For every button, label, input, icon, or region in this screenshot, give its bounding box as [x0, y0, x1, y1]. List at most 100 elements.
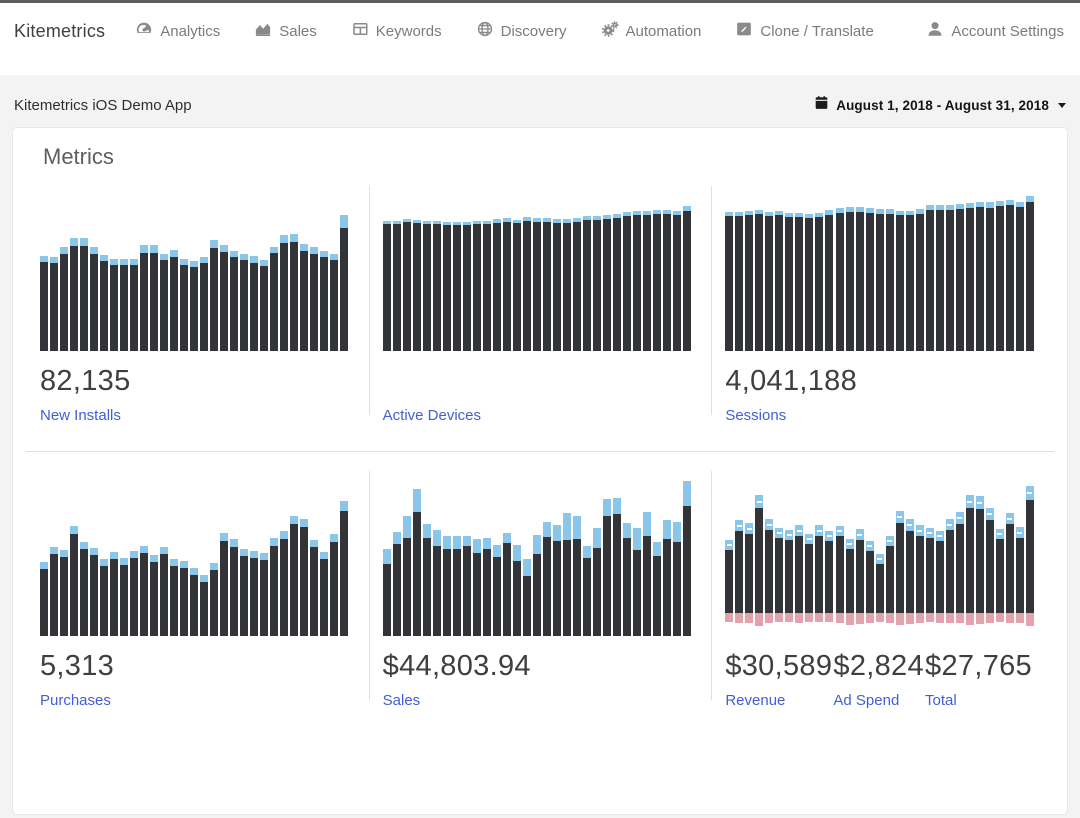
bar-day-1 — [40, 562, 48, 636]
bar-day-13 — [503, 533, 511, 636]
bar-day-3 — [403, 219, 411, 351]
area-chart-icon — [254, 20, 272, 42]
nav-item-clone-translate[interactable]: Clone / Translate — [735, 20, 873, 42]
metric-cell-purchases: 5,313 Purchases — [26, 471, 369, 710]
bar-day-16 — [876, 554, 884, 622]
bar-day-28 — [310, 540, 318, 636]
speedometer-icon — [135, 20, 153, 42]
bar-day-25 — [623, 212, 631, 351]
metric-link-purchases[interactable]: Purchases — [40, 692, 111, 709]
nav-label: Discovery — [501, 23, 567, 40]
bar-day-7 — [785, 530, 793, 622]
nav-item-discovery[interactable]: Discovery — [476, 20, 567, 42]
bar-day-9 — [463, 536, 471, 636]
date-range-picker[interactable]: August 1, 2018 - August 31, 2018 — [814, 95, 1066, 115]
brand-logo[interactable]: Kitemetrics — [14, 17, 105, 42]
metric-cell-new-installs: 82,135 New Installs — [26, 186, 369, 425]
bar-day-17 — [886, 209, 894, 351]
bar-day-5 — [80, 238, 88, 351]
bar-day-24 — [270, 538, 278, 636]
metric-value: $30,589 — [725, 649, 832, 683]
bar-day-13 — [160, 547, 168, 636]
bar-day-21 — [240, 549, 248, 636]
bar-day-18 — [553, 219, 561, 351]
bar-day-14 — [856, 207, 864, 351]
metric-link-ad-spend[interactable]: Ad Spend — [833, 692, 899, 709]
calendar-icon — [814, 95, 829, 115]
bar-day-26 — [290, 234, 298, 351]
bar-day-1 — [383, 221, 391, 351]
bar-day-22 — [936, 531, 944, 623]
bar-day-4 — [413, 220, 421, 351]
bar-day-7 — [100, 559, 108, 636]
bar-day-21 — [926, 528, 934, 622]
bar-day-6 — [433, 221, 441, 351]
bar-day-31 — [1026, 486, 1034, 626]
nav-label: Keywords — [376, 23, 442, 40]
nav-item-account-settings[interactable]: Account Settings — [926, 20, 1064, 42]
bar-day-20 — [573, 218, 581, 351]
nav-item-sales[interactable]: Sales — [254, 20, 317, 42]
bar-day-26 — [633, 211, 641, 351]
metric-value — [383, 364, 692, 398]
table-icon — [351, 20, 369, 42]
bar-day-26 — [633, 528, 641, 636]
bar-day-6 — [775, 528, 783, 622]
metric-value: 82,135 — [40, 364, 349, 398]
bar-day-12 — [493, 545, 501, 636]
bar-day-16 — [190, 261, 198, 351]
bar-day-15 — [866, 541, 874, 623]
bar-day-17 — [543, 218, 551, 351]
bar-day-26 — [976, 202, 984, 351]
bar-day-22 — [250, 551, 258, 636]
nav-item-keywords[interactable]: Keywords — [351, 20, 442, 42]
main-nav: Analytics Sales Keywords Discovery Autom… — [135, 17, 874, 42]
bar-day-7 — [785, 213, 793, 351]
bar-day-30 — [330, 534, 338, 636]
bar-day-10 — [130, 259, 138, 351]
nav-item-automation[interactable]: Automation — [601, 20, 702, 42]
bar-day-30 — [1016, 527, 1024, 623]
bar-day-21 — [583, 216, 591, 351]
bar-day-17 — [200, 575, 208, 636]
bar-day-7 — [443, 536, 451, 636]
bar-day-22 — [593, 528, 601, 636]
bar-day-31 — [683, 206, 691, 351]
stat-total: $27,765 Total — [925, 636, 1032, 710]
metric-link-revenue[interactable]: Revenue — [725, 692, 785, 709]
sales-chart — [383, 471, 692, 636]
bar-day-10 — [815, 213, 823, 351]
bar-day-28 — [653, 210, 661, 351]
bar-day-23 — [946, 519, 954, 623]
bar-day-27 — [986, 202, 994, 351]
bar-day-1 — [725, 212, 733, 351]
bar-day-11 — [140, 546, 148, 636]
metric-value: $2,824 — [833, 649, 924, 683]
bar-day-5 — [765, 519, 773, 623]
bar-day-15 — [180, 259, 188, 351]
bar-day-16 — [190, 568, 198, 636]
bar-day-20 — [916, 525, 924, 623]
bar-day-30 — [673, 522, 681, 636]
bar-day-4 — [70, 526, 78, 636]
bar-day-27 — [300, 244, 308, 351]
metric-link-new-installs[interactable]: New Installs — [40, 407, 121, 424]
bar-day-29 — [663, 520, 671, 636]
bar-day-21 — [926, 205, 934, 351]
bar-day-13 — [846, 539, 854, 625]
panel-title: Metrics — [26, 144, 1054, 170]
metrics-panel: Metrics 82,135 New Installs Active Devic… — [12, 127, 1068, 815]
nav-label: Sales — [279, 23, 317, 40]
nav-item-analytics[interactable]: Analytics — [135, 20, 220, 42]
metric-link-sessions[interactable]: Sessions — [725, 407, 786, 424]
bar-day-11 — [825, 531, 833, 622]
bar-day-20 — [230, 251, 238, 351]
metric-link-active-devices[interactable]: Active Devices — [383, 407, 481, 424]
metric-link-sales[interactable]: Sales — [383, 692, 421, 709]
metric-link-total[interactable]: Total — [925, 692, 957, 709]
bar-day-20 — [573, 516, 581, 636]
active-devices-chart — [383, 186, 692, 351]
bar-day-25 — [966, 495, 974, 625]
bar-day-18 — [553, 525, 561, 636]
edit-square-icon — [735, 20, 753, 42]
